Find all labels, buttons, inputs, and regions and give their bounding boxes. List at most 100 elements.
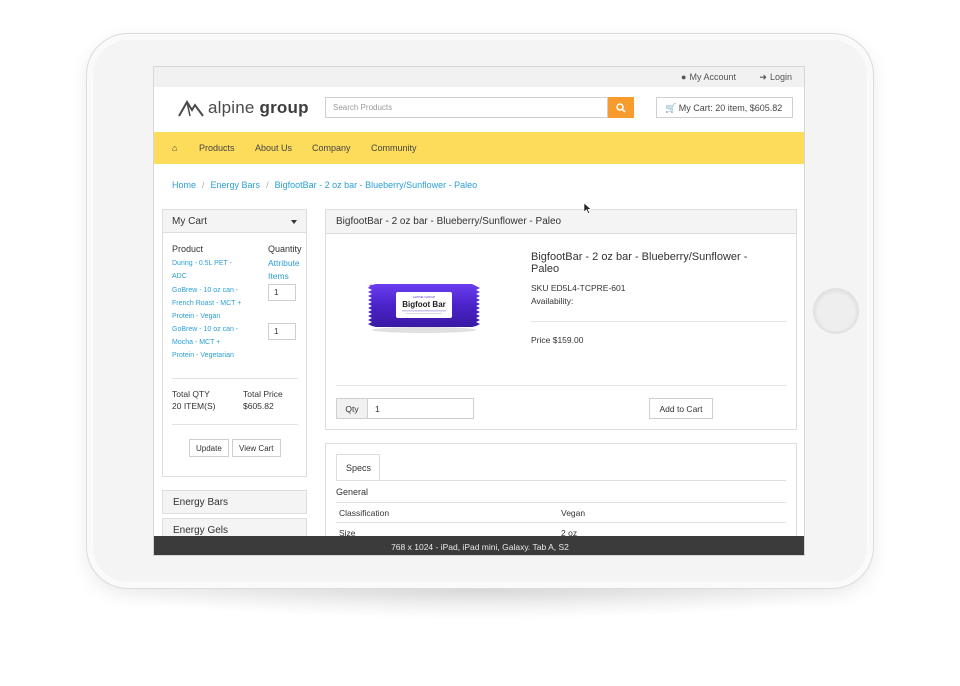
col-product-header: Product [172,244,252,254]
product-panel-header: BigfootBar - 2 oz bar - Blueberry/Sunflo… [326,210,796,234]
product-panel-title: BigfootBar - 2 oz bar - Blueberry/Sunflo… [336,216,562,227]
product-title-line: BigfootBar - 2 oz bar - Blueberry/Sunflo… [531,251,748,263]
sidebar-cart-panel: My Cart Product Quantity During - 0.5L P… [162,209,307,477]
col-quantity-header: Quantity [268,244,308,254]
logo-text-light: alpine [208,98,255,117]
breadcrumb-separator: / [266,180,269,190]
user-icon: ● [681,72,687,82]
login-label: Login [769,72,792,82]
cart-item-line: During - 0.5L PET - [172,260,232,267]
my-account-link[interactable]: ● My Account [681,72,736,82]
cart-item-line: ADC [172,273,187,280]
product-title: BigfootBar - 2 oz bar - Blueberry/Sunflo… [531,251,771,275]
product-sku: SKU ED5L4-TCPRE-601 [531,283,626,293]
update-button[interactable]: Update [189,439,229,457]
sidebar-cart-title: My Cart [172,216,207,227]
attribute-line: Items [268,271,289,281]
nav-item-company[interactable]: Company [312,143,351,153]
nav-item-community[interactable]: Community [371,143,417,153]
bigfoot-bar-package: ALPINE GROUP Bigfoot Bar [368,284,480,333]
specs-section-title: General [336,487,369,497]
screen: ● My Account ➜ Login alpine group Search P… [153,66,805,556]
quantity-input-group: Qty 1 [336,398,474,419]
search-icon [616,102,626,113]
col-product-label: Product [172,244,204,254]
cart-item-line: GoBrew - 10 oz can - [172,287,239,294]
qty-input[interactable]: 1 [368,399,473,418]
total-qty: Total QTY 20 ITEM(S) [172,388,242,412]
mountain-logo-icon [178,100,204,117]
attribute-items-link[interactable]: Attribute Items [268,257,308,283]
divider [172,378,298,379]
cart-item-qty-input[interactable]: 1 [268,284,296,301]
breadcrumb-separator: / [202,180,205,190]
top-bar: ● My Account ➜ Login [154,67,804,87]
login-icon: ➜ [759,72,767,82]
total-qty-value: 20 ITEM(S) [172,401,216,411]
cart-item-link[interactable]: GoBrew - 10 oz can - French Roast - MCT … [172,284,252,323]
divider [336,385,787,386]
divider [531,321,787,322]
package-brand: ALPINE GROUP [413,295,436,299]
cart-item-qty-input[interactable]: 1 [268,323,296,340]
cart-item-line: Protein - Vegetarian [172,352,234,359]
breadcrumb-energy-bars[interactable]: Energy Bars [211,180,261,190]
divider [172,424,298,425]
device-size-label: 768 x 1024 - iPad, iPad mini, Galaxy. Ta… [391,541,569,552]
product-availability: Availability: [531,296,574,306]
spec-value: Vegan [561,508,586,518]
cart-item-qty: 1 [274,327,279,336]
cart-summary-text: My Cart: 20 item, $605.82 [678,103,783,113]
home-button[interactable] [813,288,859,334]
cart-summary-button[interactable]: 🛒 My Cart: 20 item, $605.82 [656,97,793,118]
package-name: Bigfoot Bar [402,300,446,309]
total-price: Total Price $605.82 [243,388,313,412]
mouse-cursor-icon [584,203,592,214]
cart-icon: 🛒 [665,103,677,113]
product-image[interactable]: ALPINE GROUP Bigfoot Bar [366,280,482,334]
product-price: Price $159.00 [531,335,584,345]
total-price-value: $605.82 [243,401,274,411]
qty-label: Qty [337,399,368,418]
add-to-cart-button[interactable]: Add to Cart [649,398,713,419]
attribute-line: Attribute [268,258,300,268]
breadcrumb-home[interactable]: Home [172,180,196,190]
total-price-label: Total Price [243,389,283,399]
cart-item-link[interactable]: GoBrew - 10 oz can - Mocha - MCT + Prote… [172,323,252,362]
total-qty-label: Total QTY [172,389,210,399]
cart-item-link[interactable]: During - 0.5L PET - ADC [172,257,252,283]
product-panel: BigfootBar - 2 oz bar - Blueberry/Sunflo… [325,209,797,430]
login-link[interactable]: ➜ Login [759,72,792,83]
nav-item-products[interactable]: Products [199,143,235,153]
home-icon[interactable]: ⌂ [172,143,177,153]
cart-item-qty: 1 [274,288,279,297]
breadcrumb-current[interactable]: BigfootBar - 2 oz bar - Blueberry/Sunflo… [275,180,478,190]
main-nav: ⌂ Products About Us Company Community [154,132,804,164]
header: alpine group Search Products 🛒 My Cart: … [154,87,804,132]
device-size-bar: 768 x 1024 - iPad, iPad mini, Galaxy. Ta… [154,536,804,555]
view-cart-button[interactable]: View Cart [232,439,281,457]
col-quantity-label: Quantity [268,244,302,254]
logo-text-bold: group [259,98,309,117]
stage: ● My Account ➜ Login alpine group Search P… [0,0,960,686]
category-energy-bars[interactable]: Energy Bars [162,490,307,514]
tab-specs[interactable]: Specs [336,454,380,480]
my-account-label: My Account [689,72,736,82]
breadcrumb: Home / Energy Bars / BigfootBar - 2 oz bar -… [172,180,477,190]
logo[interactable]: alpine group [178,96,309,120]
sidebar-cart-header[interactable]: My Cart [163,210,306,233]
search-placeholder: Search Products [333,103,393,112]
product-title-line: Paleo [531,263,560,275]
tab-divider [336,480,786,481]
nav-item-about-us[interactable]: About Us [255,143,292,153]
cart-item-line: French Roast - MCT + [172,300,242,307]
spec-label: Classification [339,508,390,518]
cart-item-line: Mocha - MCT + [172,339,221,346]
cart-item-line: GoBrew - 10 oz can - [172,326,239,333]
search-input[interactable]: Search Products [325,97,608,118]
spec-row: Classification Vegan [336,502,786,522]
caret-down-icon [291,220,297,224]
search-button[interactable] [608,97,634,118]
cart-item-line: Protein - Vegan [172,313,221,320]
logo-text: alpine group [208,98,309,118]
